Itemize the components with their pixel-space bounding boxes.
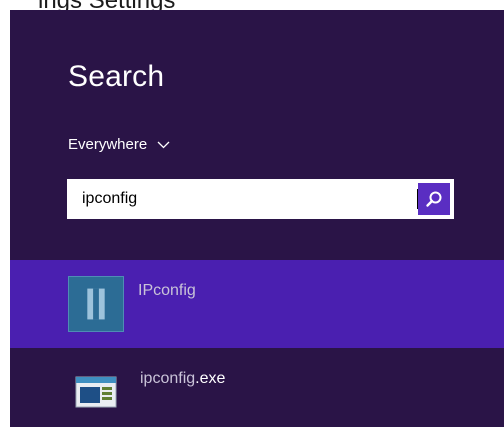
search-scope-dropdown[interactable]: Everywhere	[68, 136, 170, 153]
search-pane: Search Everywhere IPconfig	[10, 10, 504, 427]
result-label: IPconfig	[138, 282, 196, 299]
ipconfig-app-icon	[68, 276, 124, 332]
result-label: ipconfig.exe	[140, 370, 226, 387]
search-button[interactable]	[418, 183, 450, 215]
search-title: Search	[68, 60, 165, 93]
search-result-ipconfig-app[interactable]: IPconfig	[10, 260, 504, 348]
search-box	[67, 179, 504, 219]
exe-window-icon	[66, 362, 126, 422]
chevron-down-icon	[157, 141, 170, 148]
search-scope-label: Everywhere	[68, 136, 148, 153]
search-icon	[426, 191, 442, 207]
search-result-ipconfig-exe[interactable]: ipconfig.exe	[10, 348, 504, 427]
